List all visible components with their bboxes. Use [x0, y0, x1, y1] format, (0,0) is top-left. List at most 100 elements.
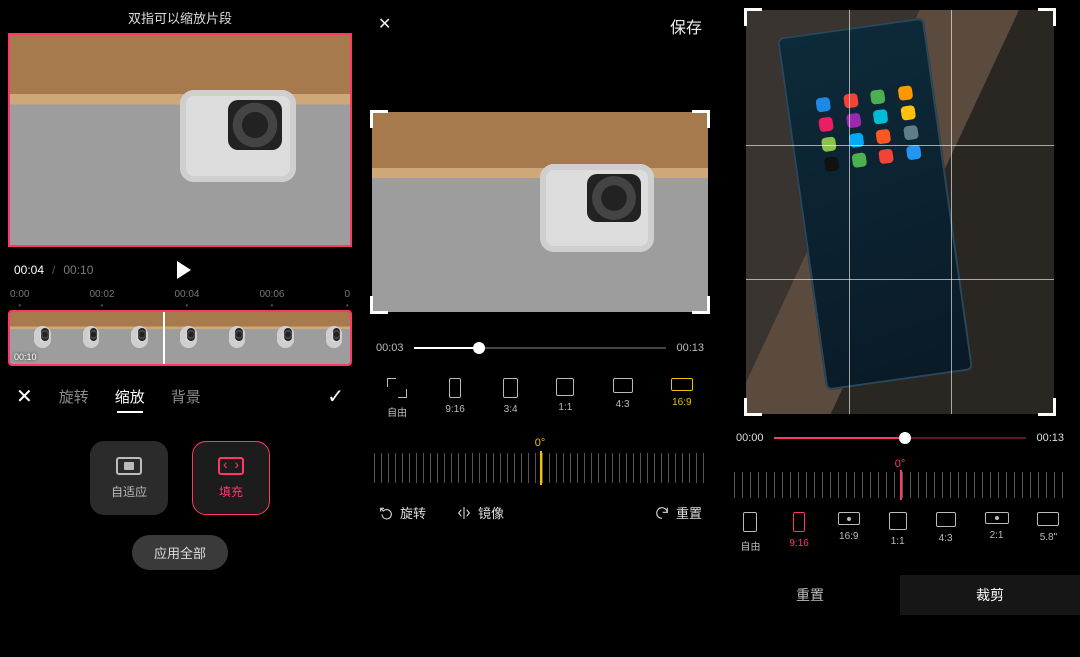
- time-separator: /: [52, 263, 55, 277]
- tab-rotate[interactable]: 旋转: [59, 386, 89, 407]
- crop-frame[interactable]: [372, 112, 708, 312]
- ratio-label: 1:1: [558, 402, 572, 413]
- confirm-icon[interactable]: ✓: [327, 384, 344, 409]
- tab-zoom[interactable]: 缩放: [115, 386, 145, 407]
- ratio-label: 4:3: [939, 533, 953, 544]
- ratio-icon: [936, 512, 956, 527]
- mode-fill-label: 填充: [219, 483, 243, 500]
- ratio-9-16[interactable]: 9:16: [789, 512, 808, 553]
- fit-icon: [116, 457, 142, 475]
- mirror-icon: [456, 505, 472, 521]
- range-end: 00:13: [1036, 432, 1064, 444]
- ratio-icon: [838, 512, 860, 525]
- range-progress: [414, 347, 480, 349]
- ratio-3-4[interactable]: 3:4: [503, 378, 518, 419]
- reset-label: 重置: [676, 503, 702, 522]
- total-time: 00:10: [63, 263, 93, 277]
- time-bar: 00:04 / 00:10: [0, 247, 360, 285]
- ruler-tick: 00:06: [259, 289, 284, 300]
- current-time: 00:04: [14, 263, 44, 277]
- crop-canvas[interactable]: [746, 10, 1054, 414]
- ratio-icon: [613, 378, 633, 393]
- ratio-icon: [889, 512, 907, 530]
- ratio-label: 3:4: [504, 404, 518, 415]
- mode-fit-label: 自适应: [111, 483, 147, 500]
- ratio-icon: [743, 512, 757, 532]
- range-start: 00:03: [376, 342, 404, 354]
- rotate-button[interactable]: 旋转: [378, 503, 426, 522]
- apply-all-button[interactable]: 应用全部: [132, 535, 228, 570]
- ruler-tick: 0: [344, 289, 350, 300]
- ratio-16-9[interactable]: 16:9: [838, 512, 860, 553]
- playhead[interactable]: [163, 310, 165, 366]
- clip-duration-badge: 00:10: [14, 352, 37, 362]
- crop-panel-alt: 00:00 00:13 0° 自由 9:16 16:9 1:1 4:3: [720, 0, 1080, 657]
- ratio-4-3[interactable]: 4:3: [613, 378, 633, 419]
- rotation-angle: 0°: [360, 421, 720, 449]
- aspect-ratios: 自由 9:16 3:4 1:1 4:3 16:9: [360, 372, 720, 421]
- ratio-1-1[interactable]: 1:1: [889, 512, 907, 553]
- ratio-free[interactable]: 自由: [740, 512, 760, 553]
- ruler-tick: 00:04: [174, 289, 199, 300]
- bottom-tabs: 重置 裁剪: [720, 559, 1080, 615]
- mode-fill[interactable]: 填充: [192, 441, 270, 515]
- fill-icon: [218, 457, 244, 475]
- close-icon[interactable]: ✕: [16, 384, 33, 409]
- ratio-label: 自由: [740, 538, 760, 553]
- ratio-icon: [671, 378, 693, 391]
- video-preview[interactable]: [8, 33, 352, 247]
- ratio-4-3[interactable]: 4:3: [936, 512, 956, 553]
- aspect-ratios: 自由 9:16 16:9 1:1 4:3 2:1 5.8": [720, 498, 1080, 559]
- clip-thumbnails[interactable]: 00:10: [8, 310, 352, 366]
- ratio-16-9[interactable]: 16:9: [671, 378, 693, 419]
- ratio-icon: [449, 378, 461, 398]
- crop-panel: ✕ 保存 00:03 00:13 自由 9:16 3:4: [360, 0, 720, 657]
- ratio-2-1[interactable]: 2:1: [985, 512, 1009, 553]
- reset-button[interactable]: 重置: [720, 575, 900, 615]
- ratio-label: 自由: [387, 404, 407, 419]
- ratio-9-16[interactable]: 9:16: [445, 378, 464, 419]
- ratio-label: 4:3: [616, 399, 630, 410]
- save-button[interactable]: 保存: [670, 14, 702, 38]
- ruler-tick: 0:00: [10, 289, 29, 300]
- close-icon[interactable]: ✕: [378, 14, 391, 38]
- ratio-free-icon: [387, 378, 407, 398]
- ratio-1-1[interactable]: 1:1: [556, 378, 574, 419]
- crop-button[interactable]: 裁剪: [900, 575, 1080, 615]
- range-progress: [774, 437, 906, 439]
- ratio-icon: [503, 378, 518, 398]
- rotation-dial[interactable]: [374, 453, 706, 483]
- mode-fit[interactable]: 自适应: [90, 441, 168, 515]
- ratio-label: 9:16: [445, 404, 464, 415]
- rotation-angle: 0°: [720, 452, 1080, 470]
- ratio-label: 5.8": [1040, 532, 1057, 543]
- ratio-label: 16:9: [839, 531, 858, 542]
- crop-canvas[interactable]: [372, 112, 708, 312]
- crop-frame[interactable]: [746, 10, 1054, 414]
- tab-background[interactable]: 背景: [171, 386, 201, 407]
- range-knob[interactable]: [473, 342, 485, 354]
- ratio-label: 16:9: [672, 397, 691, 408]
- pinch-zoom-hint: 双指可以缩放片段: [0, 0, 360, 33]
- ratio-icon: [1037, 512, 1059, 526]
- ruler-tick: 00:02: [89, 289, 114, 300]
- range-start: 00:00: [736, 432, 764, 444]
- top-bar: ✕ 保存: [360, 0, 720, 52]
- ratio-5-8[interactable]: 5.8": [1037, 512, 1059, 553]
- range-track[interactable]: [774, 437, 1027, 439]
- play-icon[interactable]: [177, 261, 191, 279]
- range-track[interactable]: [414, 347, 667, 349]
- rotate-label: 旋转: [400, 503, 426, 522]
- reset-button[interactable]: 重置: [654, 503, 702, 522]
- edit-tabs: ✕ 旋转 缩放 背景 ✓: [0, 366, 360, 417]
- range-knob[interactable]: [899, 432, 911, 444]
- ratio-icon: [985, 512, 1009, 524]
- ratio-label: 1:1: [891, 536, 905, 547]
- ratio-free[interactable]: 自由: [387, 378, 407, 419]
- ratio-icon: [793, 512, 805, 532]
- reset-icon: [654, 505, 670, 521]
- mirror-label: 镜像: [478, 503, 504, 522]
- timeline-ruler: 0:00 00:02 00:04 00:06 0: [0, 285, 360, 302]
- mirror-button[interactable]: 镜像: [456, 503, 504, 522]
- rotation-dial[interactable]: [734, 472, 1066, 498]
